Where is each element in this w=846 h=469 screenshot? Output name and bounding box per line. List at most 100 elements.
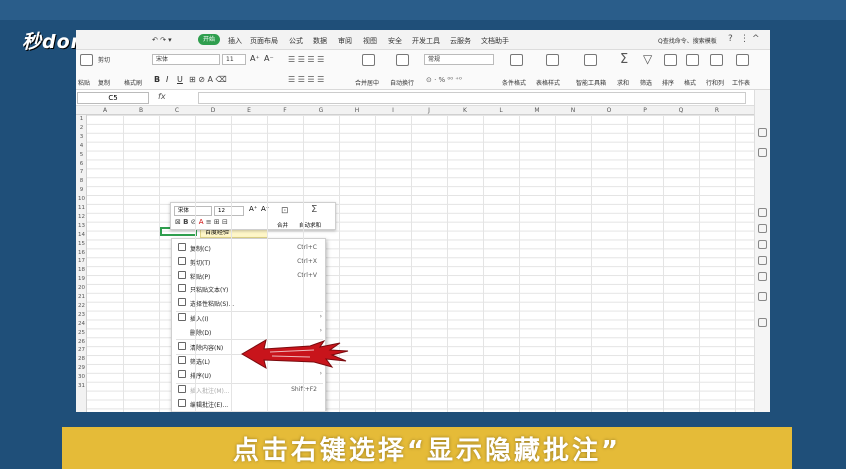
copy-button[interactable]: 复制: [98, 78, 110, 87]
align-bottom-icons[interactable]: ☰ ☰ ☰ ☰: [288, 75, 324, 84]
row-header-6[interactable]: 6: [76, 161, 87, 167]
conditional-format-icon[interactable]: [510, 54, 523, 66]
row-header-1[interactable]: 1: [76, 116, 87, 122]
search-commands[interactable]: Q查找命令、搜索模板: [658, 36, 717, 45]
sort-icon[interactable]: [664, 54, 677, 66]
column-header-i[interactable]: I: [375, 107, 411, 114]
sum-icon[interactable]: Σ: [620, 52, 628, 67]
tab-insert[interactable]: 插入: [228, 36, 242, 46]
tab-data[interactable]: 数据: [313, 36, 327, 46]
row-header-30[interactable]: 30: [76, 374, 87, 380]
row-header-8[interactable]: 8: [76, 178, 87, 184]
font-increase-button[interactable]: A⁺: [250, 54, 260, 63]
row-header-25[interactable]: 25: [76, 330, 87, 336]
mini-size-select[interactable]: 12: [214, 206, 244, 216]
smart-tools-icon[interactable]: [584, 54, 597, 66]
mini-font-down[interactable]: A⁻: [261, 205, 269, 213]
row-header-22[interactable]: 22: [76, 303, 87, 309]
table-style-icon[interactable]: [546, 54, 559, 66]
merge-center-button[interactable]: 合并居中: [355, 78, 379, 87]
name-box[interactable]: C5: [77, 92, 149, 104]
formula-input[interactable]: [198, 92, 746, 104]
border-icon[interactable]: ⊞ ⊘ A ⌫: [189, 75, 227, 84]
align-icons[interactable]: ☰ ☰ ☰ ☰: [288, 55, 324, 64]
column-header-h[interactable]: H: [339, 107, 375, 114]
mini-merge-icon[interactable]: ⊡: [281, 206, 289, 216]
column-header-l[interactable]: L: [483, 107, 519, 114]
tab-review[interactable]: 审阅: [338, 36, 352, 46]
tab-start[interactable]: 开始: [198, 34, 220, 45]
number-format-select[interactable]: 常规: [424, 54, 494, 65]
paste-icon[interactable]: [80, 54, 93, 66]
help-panel-icon[interactable]: [758, 292, 767, 301]
sum-button[interactable]: 求和: [617, 78, 629, 87]
row-header-13[interactable]: 13: [76, 223, 87, 229]
row-header-9[interactable]: 9: [76, 187, 87, 193]
row-header-29[interactable]: 29: [76, 365, 87, 371]
column-header-d[interactable]: D: [195, 107, 231, 114]
row-header-3[interactable]: 3: [76, 134, 87, 140]
column-header-p[interactable]: P: [627, 107, 663, 114]
sheet-icon[interactable]: [736, 54, 749, 66]
column-header-c[interactable]: C: [159, 107, 195, 114]
column-header-o[interactable]: O: [591, 107, 627, 114]
column-header-g[interactable]: G: [303, 107, 339, 114]
paste-button[interactable]: 粘贴: [78, 78, 90, 87]
cut-button[interactable]: 剪切: [98, 55, 110, 64]
tab-formulas[interactable]: 公式: [289, 36, 303, 46]
row-header-17[interactable]: 17: [76, 258, 87, 264]
tab-cloud[interactable]: 云服务: [450, 36, 471, 46]
format-button[interactable]: 格式: [684, 78, 696, 87]
row-header-19[interactable]: 19: [76, 276, 87, 282]
row-header-7[interactable]: 7: [76, 169, 87, 175]
font-decrease-button[interactable]: A⁻: [264, 54, 274, 63]
row-header-16[interactable]: 16: [76, 250, 87, 256]
backup-icon[interactable]: [758, 240, 767, 249]
row-header-11[interactable]: 11: [76, 205, 87, 211]
row-header-20[interactable]: 20: [76, 285, 87, 291]
tab-page-layout[interactable]: 页面布局: [250, 36, 278, 46]
tab-doc-helper[interactable]: 文档助手: [481, 36, 509, 46]
column-header-k[interactable]: K: [447, 107, 483, 114]
history-icon[interactable]: [758, 272, 767, 281]
row-header-2[interactable]: 2: [76, 125, 87, 131]
collapse-ribbon-icon[interactable]: ^: [752, 34, 760, 44]
column-header-n[interactable]: N: [555, 107, 591, 114]
tab-view[interactable]: 视图: [363, 36, 377, 46]
wrap-icon[interactable]: [396, 54, 409, 66]
font-family-select[interactable]: 宋体: [152, 54, 220, 65]
row-header-23[interactable]: 23: [76, 312, 87, 318]
row-col-icon[interactable]: [710, 54, 723, 66]
style-icon[interactable]: [758, 208, 767, 217]
sheet-grid[interactable]: ABCDEFGHIJKLMNOPQR 1 2 3 4 5 6 7 8 9 10 11 12 13 14 15…: [76, 106, 754, 412]
quick-access-icons[interactable]: ↶ ↷ ▾: [152, 36, 172, 44]
row-header-21[interactable]: 21: [76, 294, 87, 300]
column-header-m[interactable]: M: [519, 107, 555, 114]
wrap-text-button[interactable]: 自动换行: [390, 78, 414, 87]
column-header-f[interactable]: F: [267, 107, 303, 114]
filter-icon[interactable]: ▽: [643, 52, 652, 66]
bold-button[interactable]: B: [154, 75, 160, 84]
format-icon[interactable]: [686, 54, 699, 66]
filter-button[interactable]: 筛选: [640, 78, 652, 87]
row-header-12[interactable]: 12: [76, 214, 87, 220]
row-header-26[interactable]: 26: [76, 339, 87, 345]
column-header-b[interactable]: B: [123, 107, 159, 114]
underline-button[interactable]: U: [177, 75, 183, 84]
more-panel-icon[interactable]: [758, 318, 767, 327]
tab-security[interactable]: 安全: [388, 36, 402, 46]
more-icon[interactable]: ⋮: [740, 34, 749, 44]
mini-font-up[interactable]: A⁺: [249, 205, 257, 213]
pin-icon[interactable]: [758, 148, 767, 157]
column-header-r[interactable]: R: [699, 107, 735, 114]
italic-button[interactable]: I: [166, 75, 168, 84]
mini-font-select[interactable]: 宋体: [174, 206, 212, 216]
row-header-27[interactable]: 27: [76, 347, 87, 353]
column-header-e[interactable]: E: [231, 107, 267, 114]
fx-icon[interactable]: fx: [158, 92, 166, 101]
row-header-24[interactable]: 24: [76, 321, 87, 327]
merge-icon[interactable]: [362, 54, 375, 66]
mini-merge-button[interactable]: 合并: [277, 221, 288, 229]
mini-sum-icon[interactable]: Σ: [311, 204, 317, 215]
help-icon[interactable]: ?: [728, 34, 733, 44]
